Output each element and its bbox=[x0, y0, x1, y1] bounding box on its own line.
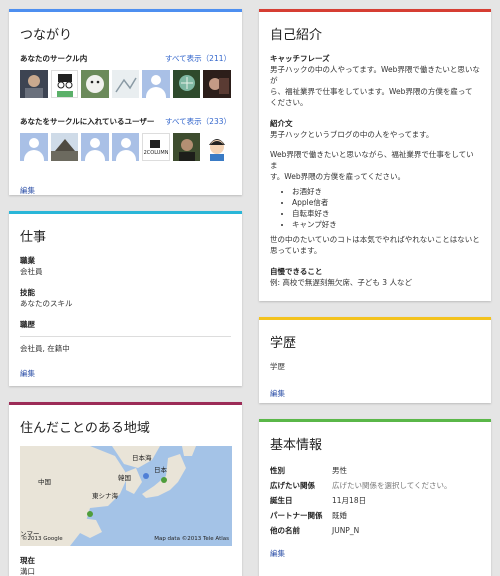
map-label-sea-of-japan: 日本海 bbox=[132, 454, 152, 462]
about-card: 自己紹介 キャッチフレーズ 男子ハックの中の人やってます。Web界隈で働きたいと… bbox=[259, 9, 491, 301]
employment-value: 会社員, 在籍中 bbox=[20, 344, 70, 353]
closing-line-2: 思っています。 bbox=[270, 246, 322, 255]
avatar[interactable] bbox=[203, 70, 231, 98]
education-color-bar bbox=[259, 317, 491, 320]
info-key: 性別 bbox=[270, 466, 285, 475]
in-circles-avatars bbox=[20, 70, 231, 98]
connections-card: つながり あなたのサークル内 すべて表示（211） あなたをサークルに入れている… bbox=[9, 9, 242, 195]
map-label-east-china-sea: 東シナ海 bbox=[92, 492, 118, 500]
bragging-rights-placeholder: 例: 高校で無遅刻無欠席、子ども 3 人など bbox=[270, 278, 412, 287]
avatar[interactable] bbox=[111, 70, 140, 98]
avatar[interactable] bbox=[50, 70, 79, 98]
avatar-caption: 2COLUMN bbox=[143, 150, 169, 156]
about-title: 自己紹介 bbox=[270, 28, 323, 43]
list-item: キャンプ好き bbox=[292, 219, 480, 230]
list-item: 自転車好き bbox=[292, 208, 480, 219]
skills-value: あなたのスキル bbox=[20, 299, 73, 308]
basic-info-card: 基本情報 性別 男性 広げたい関係 広げたい関係を選択してください。 誕生日 1… bbox=[259, 419, 491, 576]
has-you-in-circles-label: あなたをサークルに入れているユーザー bbox=[20, 117, 155, 126]
info-row-gender: 性別 男性 bbox=[270, 463, 480, 478]
info-value: 男性 bbox=[332, 466, 347, 475]
tagline-line-1: 男子ハックの中の人やってます。Web界隈で働きたいと思いなが bbox=[270, 65, 480, 85]
avatar[interactable] bbox=[172, 133, 201, 161]
info-key: パートナー関係 bbox=[270, 511, 323, 520]
in-circles-label: あなたのサークル内 bbox=[20, 54, 88, 63]
skills-label: 技能 bbox=[20, 288, 35, 297]
map-label-china: 中国 bbox=[38, 478, 51, 486]
info-value: 広げたい関係を選択してください。 bbox=[332, 481, 452, 490]
current-location-value: 溝口 bbox=[20, 567, 35, 576]
map-label-korea: 韓国 bbox=[118, 474, 131, 482]
about-color-bar bbox=[259, 9, 491, 12]
avatar[interactable] bbox=[50, 133, 79, 161]
basic-info-edit-link[interactable]: 編集 bbox=[270, 548, 480, 559]
work-title: 仕事 bbox=[20, 230, 47, 245]
info-row-relationship: パートナー関係 既婚 bbox=[270, 508, 480, 523]
list-item: Apple信者 bbox=[292, 197, 480, 208]
map-marker[interactable] bbox=[143, 473, 149, 479]
current-location-label: 現在 bbox=[20, 556, 35, 565]
info-value: 11月18日 bbox=[332, 496, 367, 505]
map-data-credit: Map data ©2013 Tele Atlas bbox=[154, 536, 229, 542]
in-circles-see-all-link[interactable]: すべて表示（211） bbox=[165, 53, 231, 64]
intro-label: 紹介文 bbox=[270, 119, 293, 128]
occupation-value: 会社員 bbox=[20, 267, 43, 276]
places-map[interactable]: 日本海 韓国 中国 日本 東シナ海 ンマー ©2013 Google Map d… bbox=[20, 446, 232, 546]
basic-info-title: 基本情報 bbox=[270, 438, 323, 453]
info-key: 誕生日 bbox=[270, 496, 293, 505]
connections-title: つながり bbox=[20, 28, 73, 43]
intro-line-3: す。Web界隈の方僕を雇ってください。 bbox=[270, 172, 406, 181]
info-value: 既婚 bbox=[332, 511, 347, 520]
divider bbox=[20, 336, 231, 337]
avatar[interactable] bbox=[111, 133, 140, 161]
avatar[interactable] bbox=[203, 133, 231, 161]
avatar[interactable] bbox=[20, 70, 48, 98]
info-key: 他の名前 bbox=[270, 526, 300, 535]
info-row-other-names: 他の名前 JUNP_N bbox=[270, 523, 480, 538]
avatar[interactable] bbox=[172, 70, 201, 98]
avatar[interactable] bbox=[81, 133, 109, 161]
info-value: JUNP_N bbox=[332, 526, 360, 535]
intro-line-2: Web界隈で働きたいと思いながら、福祉業界で仕事をしていま bbox=[270, 150, 474, 170]
tagline-line-2: ら、福祉業界で仕事をしています。Web界隈の方僕を雇って bbox=[270, 87, 473, 96]
info-key: 広げたい関係 bbox=[270, 481, 315, 490]
education-title: 学歴 bbox=[270, 336, 297, 351]
map-marker[interactable] bbox=[87, 511, 93, 517]
list-item: お酒好き bbox=[292, 186, 480, 197]
education-placeholder: 学歴 bbox=[270, 362, 285, 371]
closing-line-1: 世の中のたいていのコトは本気でやればやれないことはないと bbox=[270, 235, 480, 244]
map-land bbox=[20, 446, 196, 546]
occupation-label: 職業 bbox=[20, 256, 35, 265]
bragging-rights-label: 自慢できること bbox=[270, 267, 323, 276]
intro-line-1: 男子ハックというブログの中の人をやってます。 bbox=[270, 130, 434, 139]
avatar[interactable] bbox=[20, 133, 48, 161]
avatar[interactable]: 2COLUMN bbox=[142, 133, 170, 161]
work-edit-link[interactable]: 編集 bbox=[20, 368, 231, 379]
avatar[interactable] bbox=[81, 70, 109, 98]
work-card: 仕事 職業 会社員 技能 あなたのスキル 職歴 会社員, 在籍中 編集 bbox=[9, 211, 242, 386]
has-you-avatars: 2COLUMN bbox=[20, 133, 231, 161]
tagline-line-3: ください。 bbox=[270, 98, 308, 107]
connections-edit-link[interactable]: 編集 bbox=[20, 185, 231, 195]
education-edit-link[interactable]: 編集 bbox=[270, 388, 480, 399]
employment-label: 職歴 bbox=[20, 320, 35, 329]
basic-info-color-bar bbox=[259, 419, 491, 422]
info-row-looking-for: 広げたい関係 広げたい関係を選択してください。 bbox=[270, 478, 480, 493]
places-card: 住んだことのある地域 日本海 韓国 中国 日本 東シナ海 ンマー ©2013 G… bbox=[9, 402, 242, 576]
places-color-bar bbox=[9, 402, 242, 405]
map-marker[interactable] bbox=[161, 477, 167, 483]
map-copyright: ©2013 Google bbox=[22, 536, 63, 542]
info-row-birthday: 誕生日 11月18日 bbox=[270, 493, 480, 508]
has-you-see-all-link[interactable]: すべて表示（233） bbox=[165, 116, 231, 127]
avatar[interactable] bbox=[142, 70, 170, 98]
map-label-japan: 日本 bbox=[154, 466, 167, 474]
education-card: 学歴 学歴 編集 bbox=[259, 317, 491, 403]
tagline-label: キャッチフレーズ bbox=[270, 54, 330, 63]
places-title: 住んだことのある地域 bbox=[20, 421, 150, 436]
connections-color-bar bbox=[9, 9, 242, 12]
likes-list: お酒好き Apple信者 自転車好き キャンプ好き bbox=[270, 186, 480, 230]
work-color-bar bbox=[9, 211, 242, 214]
